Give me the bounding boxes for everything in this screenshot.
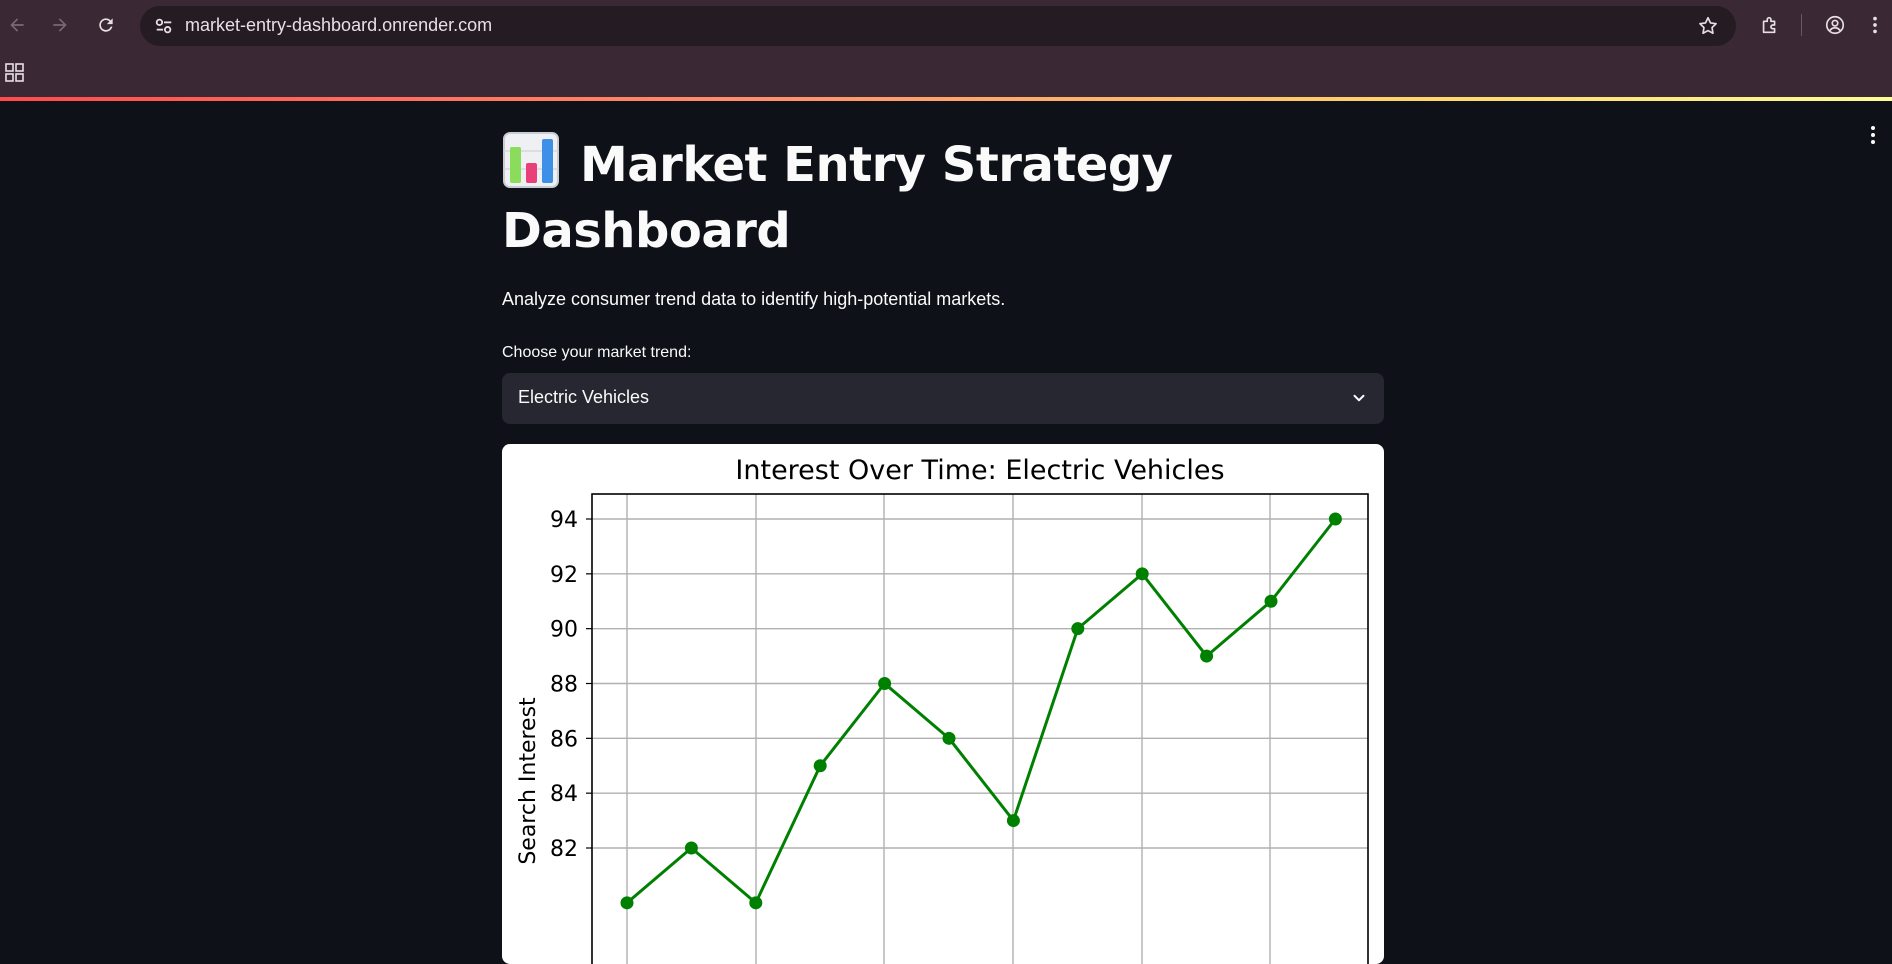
y-tick-label: 90 <box>550 618 578 643</box>
star-icon <box>1699 16 1717 35</box>
apps-grid-icon[interactable] <box>4 62 26 84</box>
app-menu-button[interactable] <box>1866 123 1880 147</box>
toolbar-divider <box>1801 14 1802 36</box>
page-title-line1: Market Entry Strategy <box>580 137 1173 193</box>
back-button[interactable] <box>4 12 30 38</box>
data-point <box>813 759 827 773</box>
trend-select-value: Electric Vehicles <box>518 387 650 407</box>
bar-chart-emoji-icon <box>503 132 559 188</box>
plot-frame <box>591 493 1369 964</box>
page-subtitle: Analyze consumer trend data to identify … <box>502 289 1006 309</box>
arrow-left-icon <box>10 18 24 32</box>
trend-select[interactable]: Electric Vehicles <box>502 373 1384 424</box>
data-point <box>1264 594 1278 608</box>
data-point <box>1328 512 1342 526</box>
y-tick-label: 86 <box>550 727 578 752</box>
data-point <box>1135 567 1149 581</box>
data-point <box>684 841 698 855</box>
arrow-right-icon <box>53 18 67 32</box>
dot <box>1871 133 1875 137</box>
chevron-down-icon[interactable] <box>1350 389 1368 407</box>
y-tick-label: 88 <box>550 673 578 698</box>
reload-icon <box>99 18 113 32</box>
data-point <box>1071 622 1085 636</box>
data-point <box>942 731 956 745</box>
forward-button[interactable] <box>47 12 73 38</box>
data-point <box>878 677 892 690</box>
data-point <box>749 896 763 910</box>
data-point <box>1200 649 1214 663</box>
page-title-line2: Dashboard <box>502 203 791 259</box>
y-tick-label: 94 <box>550 508 578 533</box>
data-point <box>620 896 634 910</box>
bookmark-star-button[interactable] <box>1696 14 1720 38</box>
profile-button[interactable] <box>1822 12 1848 38</box>
page-title: Market Entry Strategy Dashboard <box>502 131 1384 264</box>
streamlit-app: Market Entry Strategy Dashboard Analyze c… <box>0 101 1892 964</box>
extensions-button[interactable] <box>1757 12 1783 38</box>
dot <box>1871 140 1875 144</box>
address-bar[interactable]: market-entry-dashboard.onrender.com <box>140 6 1736 46</box>
browser-toolbar: market-entry-dashboard.onrender.com <box>0 0 1892 50</box>
reload-button[interactable] <box>93 12 119 38</box>
chart-svg: 82 84 86 88 90 92 94 Interest Over Time: Electr… <box>516 455 1369 964</box>
trend-select-label: Choose your market trend: <box>502 344 692 361</box>
chart-title: Interest Over Time: Electric Vehicles <box>735 455 1224 486</box>
y-tick-label: 84 <box>550 782 578 807</box>
y-tick-label: 82 <box>550 837 578 862</box>
interest-chart: 82 84 86 88 90 92 94 Interest Over Time: Electr… <box>502 444 1384 964</box>
y-tick-label: 92 <box>550 563 578 588</box>
browser-menu-button[interactable] <box>1867 12 1883 38</box>
puzzle-icon <box>1762 16 1776 34</box>
data-point <box>1006 814 1020 828</box>
kebab-menu-icon <box>1873 16 1877 34</box>
series-line <box>626 518 1337 905</box>
url-text[interactable]: market-entry-dashboard.onrender.com <box>185 15 492 36</box>
y-axis-label: Search Interest <box>516 697 541 865</box>
bookmarks-bar <box>0 50 1892 97</box>
dot <box>1871 126 1875 130</box>
account-icon <box>1825 15 1845 35</box>
tune-icon[interactable] <box>152 15 176 37</box>
